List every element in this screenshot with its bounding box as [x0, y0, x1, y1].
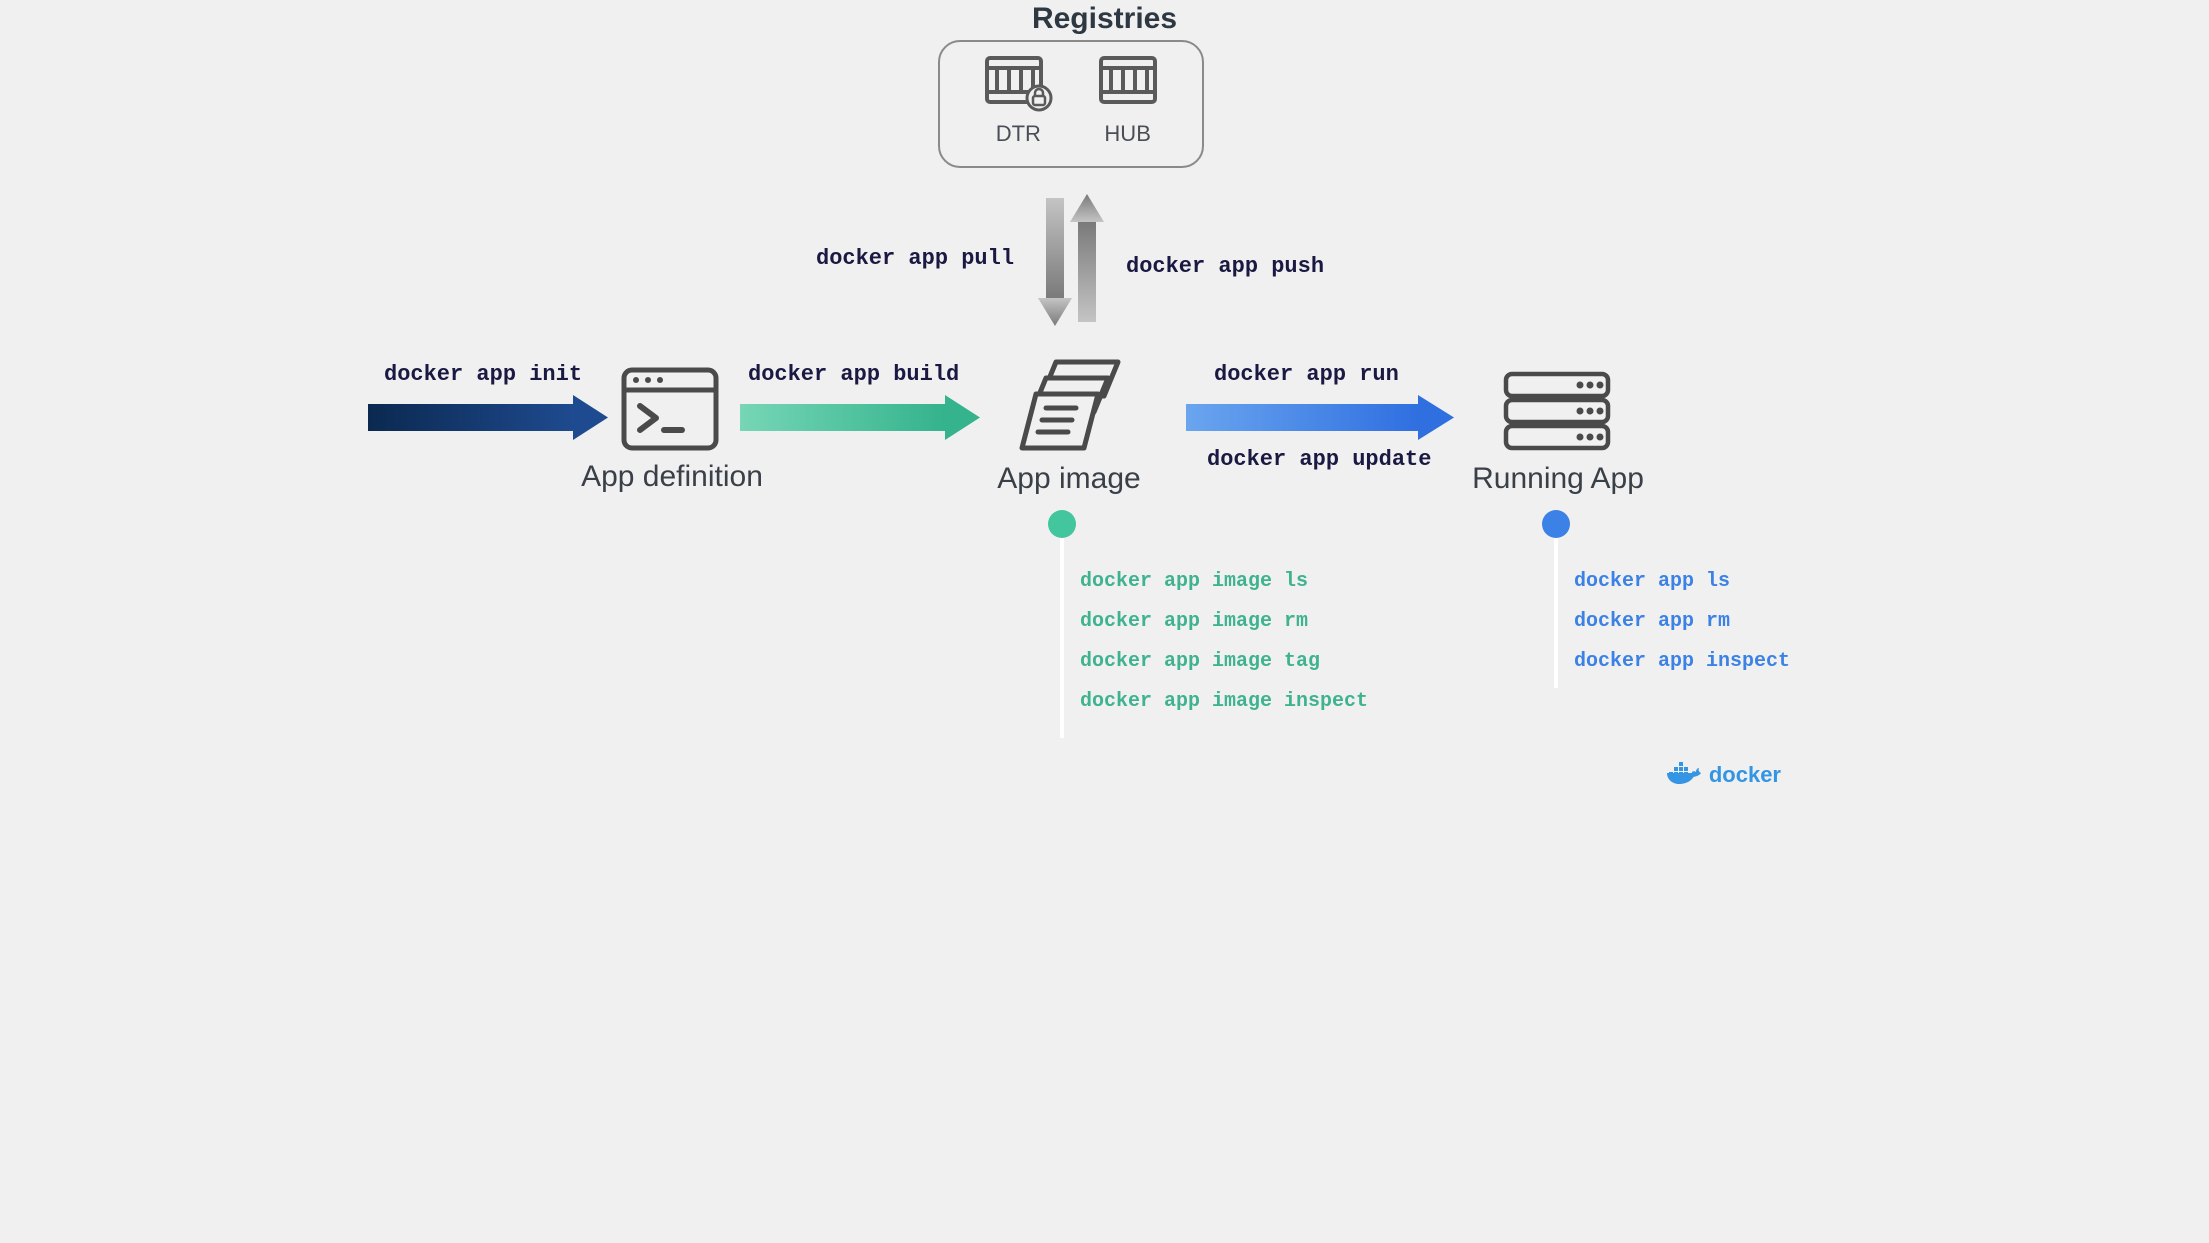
- vrule-green: [1060, 538, 1064, 738]
- registry-hub-label: HUB: [1097, 121, 1159, 147]
- dot-blue: [1542, 510, 1570, 538]
- label-app-image: App image: [974, 462, 1164, 496]
- cmd-pull: docker app pull: [816, 246, 1014, 271]
- running-commands: docker app ls docker app rm docker app i…: [1574, 562, 1790, 682]
- registry-dtr-label: DTR: [983, 121, 1053, 147]
- arrow-build: [740, 395, 980, 445]
- image-commands: docker app image ls docker app image rm …: [1080, 562, 1368, 722]
- docker-whale-icon: [1667, 762, 1703, 788]
- registries-title: Registries: [368, 2, 1841, 36]
- image-stack-icon: [1016, 356, 1128, 461]
- registry-locked-icon: [983, 54, 1053, 112]
- dot-green: [1048, 510, 1076, 538]
- arrow-run: [1186, 395, 1454, 445]
- registries-box: DTR HUB: [938, 40, 1204, 168]
- docker-logo: docker: [1667, 762, 1781, 788]
- cmd-update: docker app update: [1207, 447, 1431, 472]
- registry-dtr: DTR: [983, 54, 1053, 147]
- arrow-init: [368, 395, 608, 445]
- cmd-image-inspect: docker app image inspect: [1080, 682, 1368, 722]
- label-running-app: Running App: [1458, 462, 1658, 496]
- label-app-definition: App definition: [572, 460, 772, 494]
- cmd-app-ls: docker app ls: [1574, 562, 1790, 602]
- server-stack-icon: [1502, 370, 1612, 457]
- cmd-init: docker app init: [384, 362, 582, 387]
- cmd-build: docker app build: [748, 362, 959, 387]
- cmd-app-inspect: docker app inspect: [1574, 642, 1790, 682]
- registry-hub: HUB: [1097, 54, 1159, 147]
- cmd-image-tag: docker app image tag: [1080, 642, 1368, 682]
- terminal-window-icon: [620, 366, 720, 457]
- registry-icon: [1097, 54, 1159, 112]
- cmd-image-rm: docker app image rm: [1080, 602, 1368, 642]
- cmd-push: docker app push: [1126, 254, 1324, 279]
- docker-brand-text: docker: [1709, 762, 1781, 788]
- push-pull-arrows: [1036, 190, 1106, 330]
- cmd-app-rm: docker app rm: [1574, 602, 1790, 642]
- vrule-blue: [1554, 538, 1558, 688]
- cmd-run: docker app run: [1214, 362, 1399, 387]
- cmd-image-ls: docker app image ls: [1080, 562, 1368, 602]
